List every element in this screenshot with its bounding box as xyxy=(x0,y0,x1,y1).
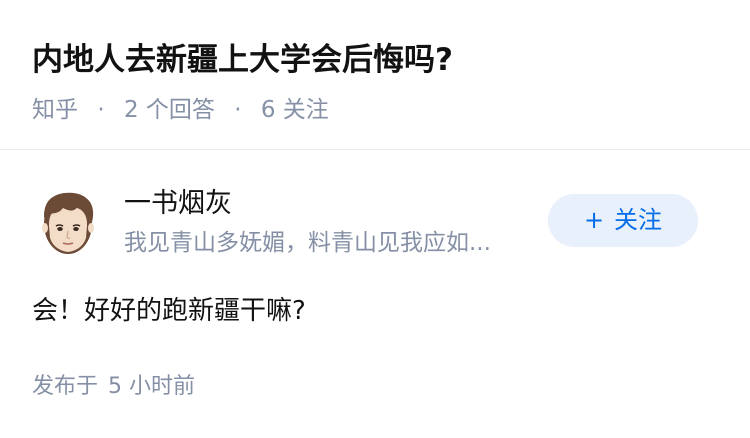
meta-separator: · xyxy=(234,97,242,123)
question-meta: 知乎 · 2 个回答 · 6 关注 xyxy=(32,92,329,128)
author-name[interactable]: 一书烟灰 xyxy=(124,184,232,224)
answer-card: 一书烟灰 我见青山多妩媚，料青山见我应如... + 关注 会！好好的跑新疆干嘛? … xyxy=(0,150,750,438)
follow-button[interactable]: + 关注 xyxy=(548,194,698,247)
publish-value: 5 xyxy=(108,374,123,399)
follower-count: 6 xyxy=(260,97,276,123)
answer-count: 2 xyxy=(123,97,139,123)
question-header: 内地人去新疆上大学会后悔吗? 知乎 · 2 个回答 · 6 关注 xyxy=(0,0,750,150)
avatar-face-icon xyxy=(42,192,94,254)
meta-separator: · xyxy=(97,97,105,123)
follow-button-label: 关注 xyxy=(614,206,663,234)
author-bio: 我见青山多妩媚，料青山见我应如... xyxy=(124,230,491,256)
source-label[interactable]: 知乎 xyxy=(32,97,78,123)
answer-publish-time: 发布于 5 小时前 xyxy=(32,370,195,404)
avatar[interactable] xyxy=(32,184,104,256)
question-title[interactable]: 内地人去新疆上大学会后悔吗? xyxy=(32,34,453,86)
answer-content[interactable]: 会！好好的跑新疆干嘛? xyxy=(32,291,306,331)
follower-count-label: 关注 xyxy=(282,97,329,123)
answer-count-label: 个回答 xyxy=(145,97,215,123)
plus-icon: + xyxy=(583,206,605,234)
publish-prefix: 发布于 xyxy=(32,374,99,399)
publish-unit: 小时前 xyxy=(129,374,196,399)
